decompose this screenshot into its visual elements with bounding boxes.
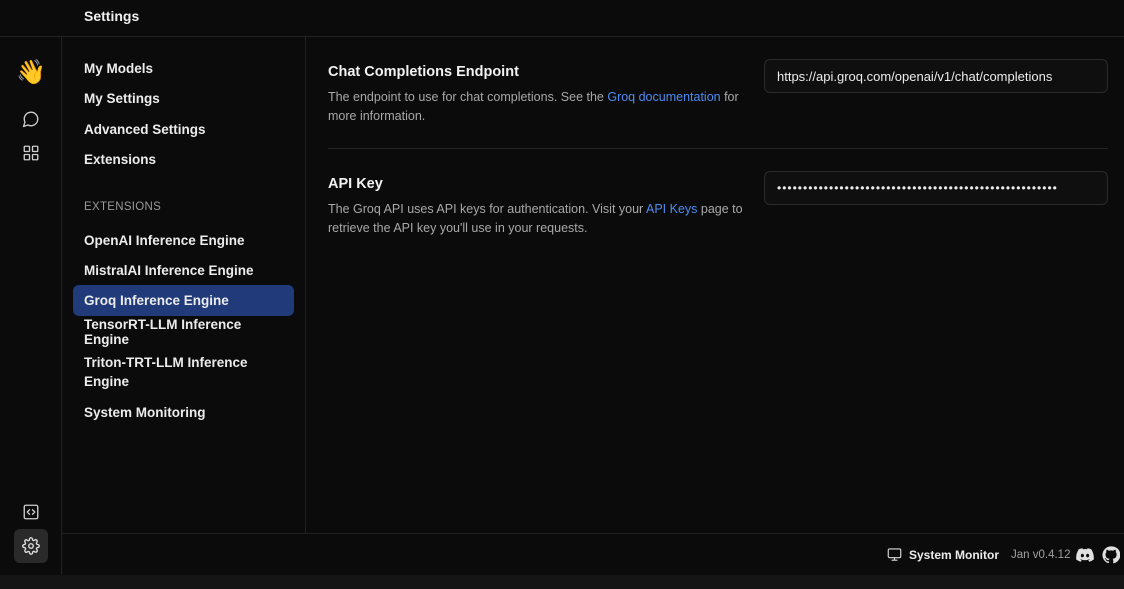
system-monitor-label: System Monitor: [909, 547, 1000, 562]
code-icon[interactable]: [16, 497, 46, 527]
sidebar-item-system-monitoring[interactable]: System Monitoring: [73, 397, 294, 428]
app-window: Settings 👋 My Models My Settings Advance…: [0, 0, 1124, 589]
monitor-icon: [887, 548, 902, 561]
description-text: The endpoint to use for chat completions…: [328, 90, 608, 104]
description-text: The Groq API uses API keys for authentic…: [328, 202, 646, 216]
sidebar-section-extensions: EXTENSIONS: [84, 201, 162, 213]
grid-icon[interactable]: [16, 138, 46, 168]
api-key-input[interactable]: ••••••••••••••••••••••••••••••••••••••••…: [764, 171, 1108, 205]
top-header: Settings: [0, 0, 1124, 37]
discord-icon[interactable]: [1076, 546, 1094, 564]
settings-sidebar: My Models My Settings Advanced Settings …: [62, 37, 306, 533]
waving-hand-icon[interactable]: 👋: [16, 57, 46, 87]
gear-icon[interactable]: [14, 529, 48, 563]
settings-content: Chat Completions Endpoint The endpoint t…: [306, 37, 1124, 533]
sidebar-item-extensions[interactable]: Extensions: [73, 144, 294, 175]
github-icon[interactable]: [1102, 546, 1120, 564]
sidebar-item-tensorrt-llm[interactable]: TensorRT-LLM Inference Engine: [73, 316, 294, 347]
sidebar-item-mistralai[interactable]: MistralAI Inference Engine: [73, 255, 294, 286]
app-version: Jan v0.4.12: [1011, 549, 1071, 561]
chat-icon[interactable]: [16, 104, 46, 134]
setting-description: The Groq API uses API keys for authentic…: [328, 200, 758, 238]
bottom-strip: [0, 575, 1124, 589]
sidebar-item-groq[interactable]: Groq Inference Engine: [73, 285, 294, 316]
page-title: Settings: [84, 8, 140, 24]
setting-label: Chat Completions Endpoint: [328, 64, 519, 80]
endpoint-input[interactable]: https://api.groq.com/openai/v1/chat/comp…: [764, 59, 1108, 93]
setting-description: The endpoint to use for chat completions…: [328, 88, 758, 126]
status-bar: System Monitor Jan v0.4.12: [62, 533, 1124, 575]
api-keys-link[interactable]: API Keys: [646, 202, 697, 216]
icon-rail: 👋: [0, 37, 62, 575]
sidebar-item-my-models[interactable]: My Models: [73, 53, 294, 84]
sidebar-item-triton-trt-llm[interactable]: Triton-TRT-LLM Inference Engine: [73, 350, 294, 394]
system-monitor-button[interactable]: System Monitor: [887, 547, 999, 562]
sidebar-item-my-settings[interactable]: My Settings: [73, 83, 294, 114]
sidebar-item-openai[interactable]: OpenAI Inference Engine: [73, 225, 294, 256]
divider: [328, 148, 1108, 149]
setting-label: API Key: [328, 176, 383, 192]
sidebar-item-advanced-settings[interactable]: Advanced Settings: [73, 114, 294, 145]
groq-documentation-link[interactable]: Groq documentation: [607, 90, 720, 104]
